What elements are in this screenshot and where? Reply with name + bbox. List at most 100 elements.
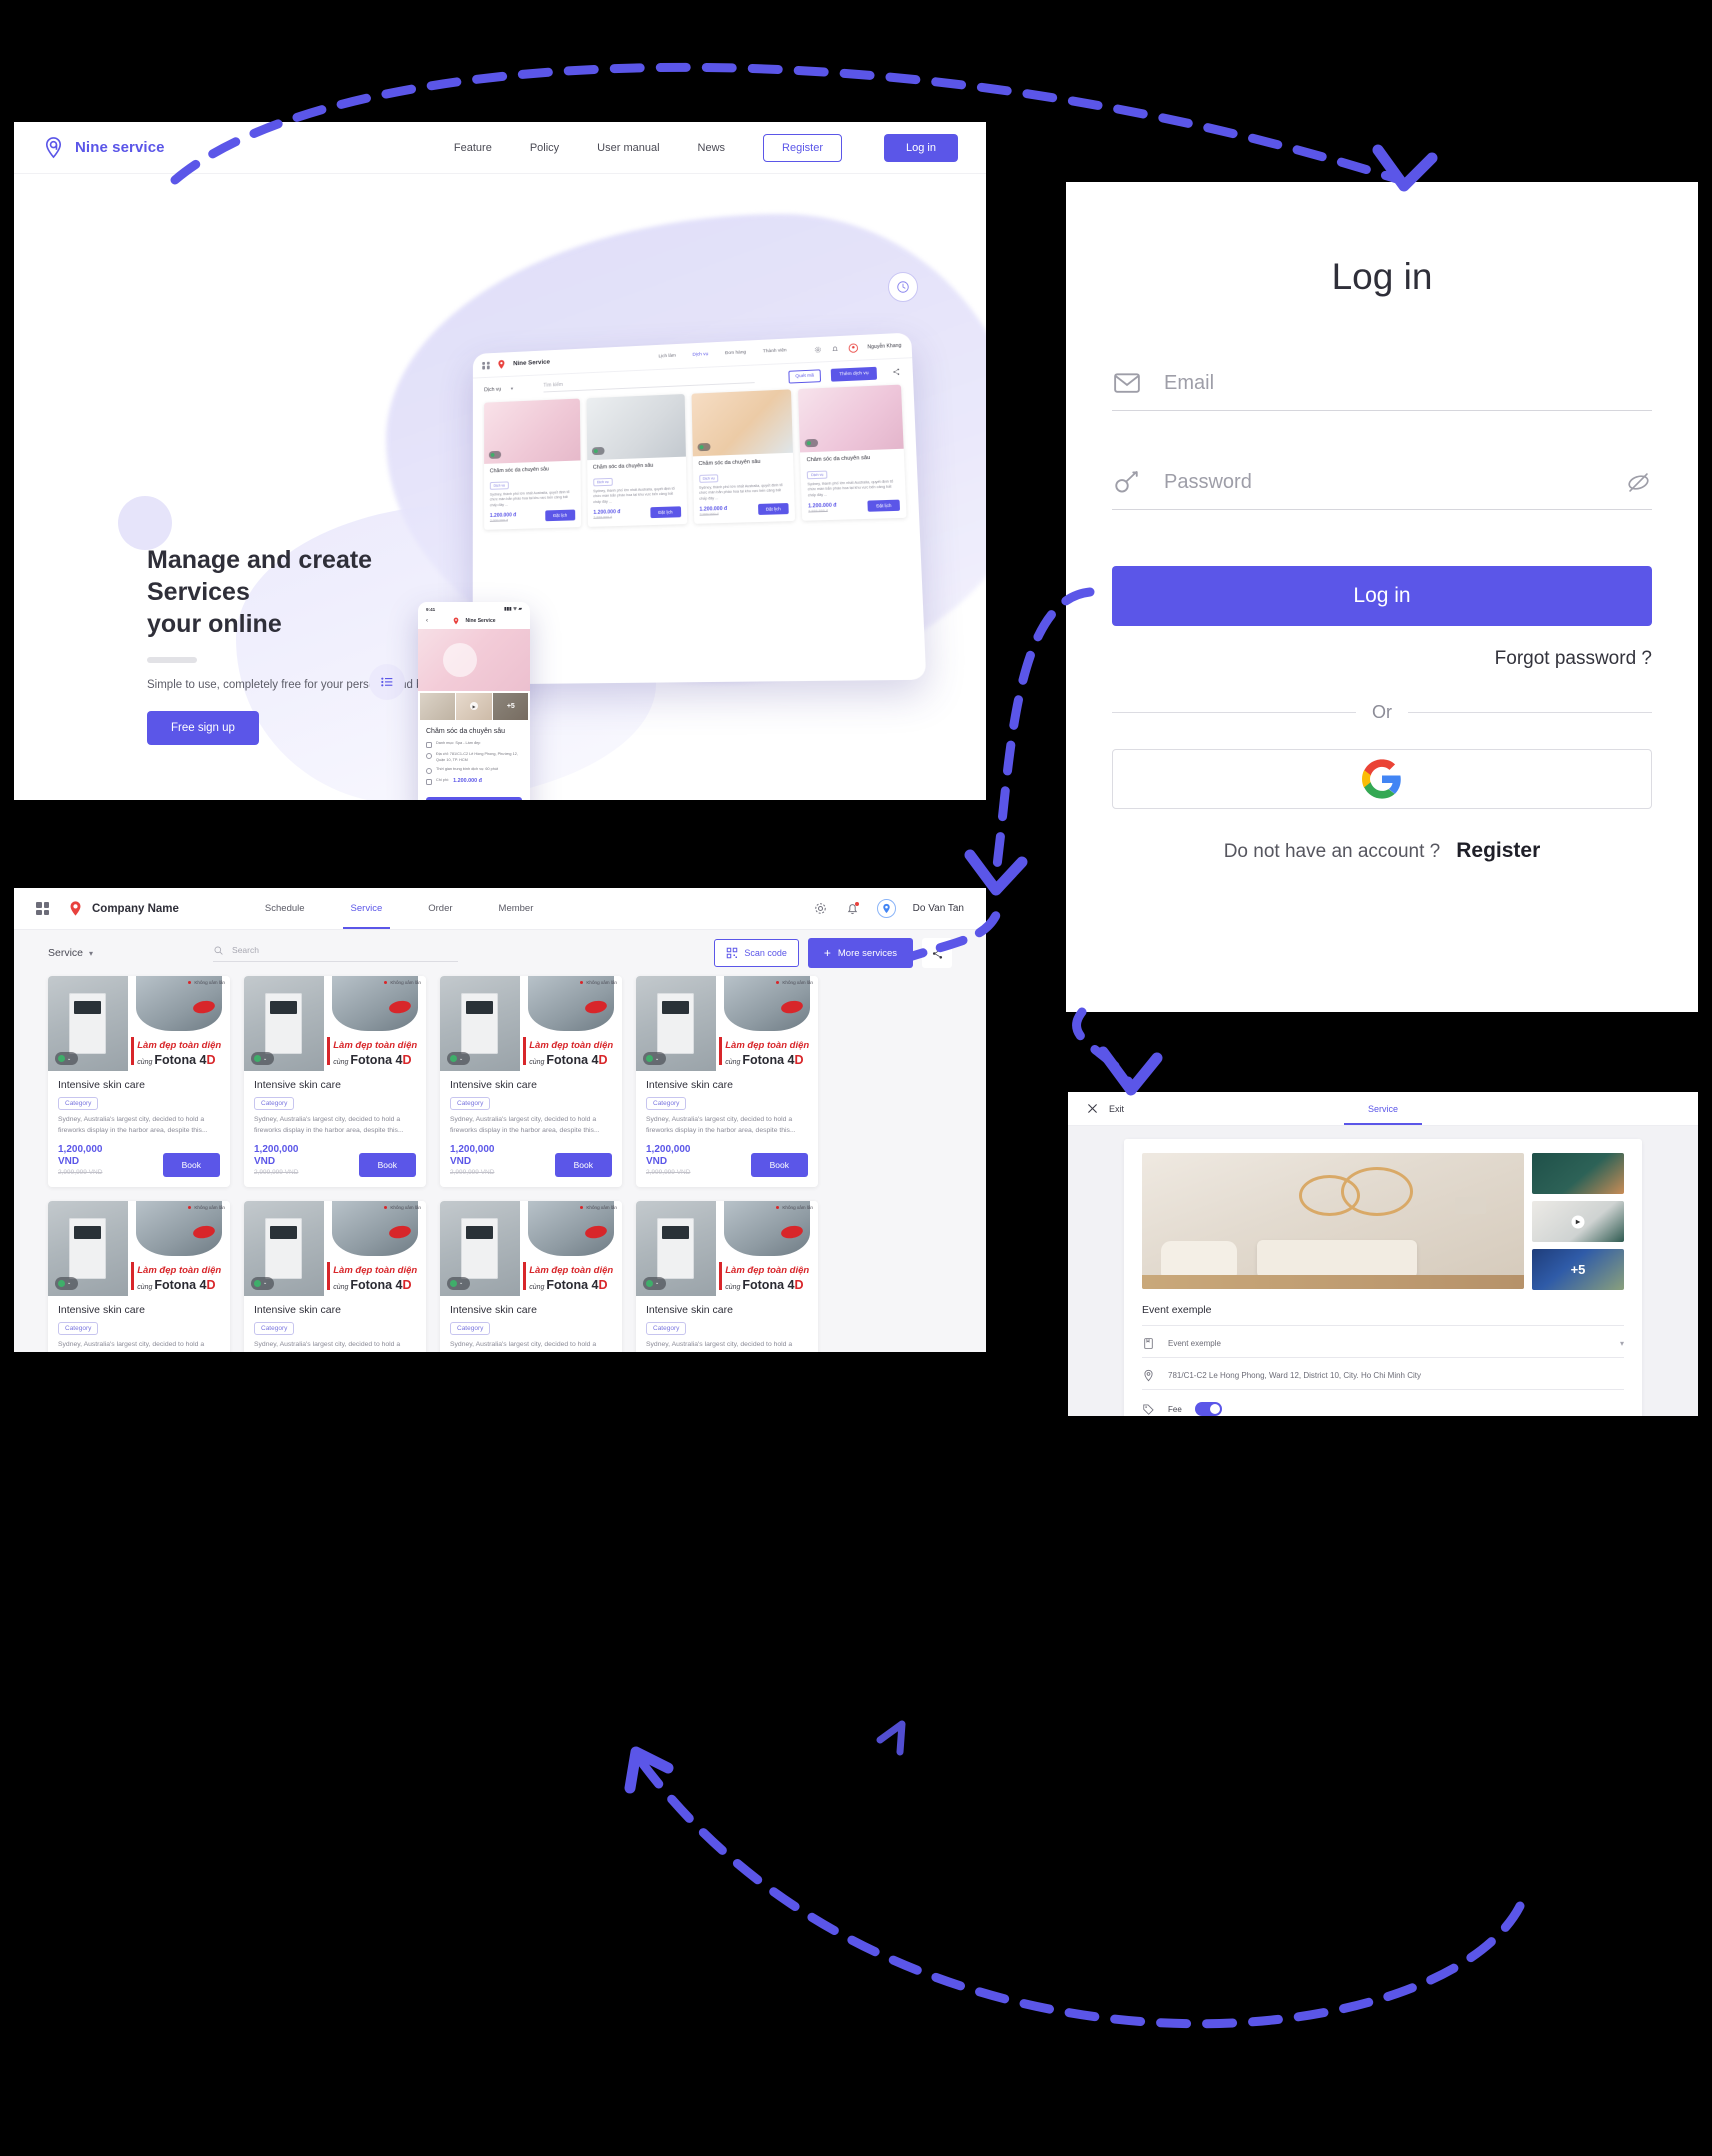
tablet-service-card[interactable]: Chăm sóc da chuyên sâu Dịch vụ Sydney, t… (691, 389, 796, 524)
register-prompt: Do not have an account ? Register (1112, 839, 1652, 863)
tab-schedule[interactable]: Schedule (265, 888, 305, 929)
gear-icon[interactable] (813, 901, 828, 916)
status-pill[interactable]: ⌄ (251, 1276, 274, 1290)
book-button[interactable]: Book (162, 1152, 220, 1177)
status-pill[interactable]: ⌄ (55, 1276, 78, 1290)
bell-icon[interactable] (845, 901, 860, 916)
scan-code-button[interactable]: Scan code (714, 939, 799, 967)
tablet-filter-select[interactable]: Dịch vụ (484, 387, 501, 393)
tablet-card-book-button[interactable]: Đặt lịch (650, 506, 681, 519)
phone-thumb-video[interactable]: ▶ (456, 692, 492, 720)
apps-grid-icon[interactable] (36, 902, 49, 915)
chevron-down-icon: ▾ (89, 948, 94, 958)
tablet-card-old-price: 2.999.999 đ (699, 511, 719, 517)
phone-book-button[interactable]: Đặt lịch (426, 796, 522, 800)
tablet-avatar[interactable] (848, 342, 859, 352)
location-icon (426, 753, 432, 759)
phone-thumb-more[interactable]: +5 (493, 692, 529, 720)
event-main-image[interactable] (1142, 1153, 1524, 1289)
tablet-card-book-button[interactable]: Đặt lịch (867, 499, 901, 512)
phone-thumb[interactable] (419, 692, 455, 720)
email-input[interactable]: Email (1164, 372, 1652, 395)
event-thumb-video[interactable]: ▶ (1532, 1201, 1624, 1242)
status-pill[interactable]: ⌄ (55, 1052, 78, 1065)
tablet-gear-icon[interactable] (814, 345, 822, 353)
tablet-bell-icon[interactable] (831, 344, 839, 352)
hero-divider (147, 657, 197, 663)
event-address-row[interactable]: 781/C1-C2 Le Hong Phong, Ward 12, Distri… (1142, 1358, 1624, 1390)
service-card-category: Category (450, 1321, 491, 1335)
avatar[interactable] (876, 899, 896, 918)
exit-button[interactable]: Exit (1086, 1102, 1124, 1115)
event-name-row[interactable]: Event exemple ▾ (1142, 1326, 1624, 1358)
book-button[interactable]: Book (750, 1152, 808, 1177)
tablet-nav-member[interactable]: Thành viên (763, 348, 787, 354)
service-card[interactable]: Không xâm lấn Làm đẹp toàn diện cùng Foton… (636, 1200, 818, 1352)
share-icon[interactable] (922, 938, 952, 968)
tab-service[interactable]: Service (1343, 1092, 1423, 1125)
promo-banner: Không xâm lấn Làm đẹp toàn diện cùng Foton… (324, 1200, 426, 1296)
book-button[interactable]: Book (358, 1152, 416, 1177)
tab-order[interactable]: Order (428, 888, 452, 929)
service-card[interactable]: Không xâm lấn Làm đẹp toàn diện cùng Foton… (636, 976, 818, 1187)
tablet-card-price: 1.200.000 đ (699, 505, 728, 513)
service-card-tag: Không xâm lấn (188, 1205, 225, 1210)
password-input[interactable]: Password (1164, 471, 1603, 494)
search-placeholder: Search (232, 945, 259, 955)
composite-canvas: Nine service Feature Policy User manual … (0, 0, 1712, 2156)
landing-register-button[interactable]: Register (763, 133, 843, 162)
tab-member[interactable]: Member (499, 888, 534, 929)
tablet-nav-schedule[interactable]: Lịch làm (658, 354, 676, 360)
service-card[interactable]: Không xâm lấn Làm đẹp toàn diện cùng Foton… (244, 1200, 426, 1352)
tablet-search-input[interactable]: Tìm kiếm (543, 373, 755, 393)
banner-headline: Làm đẹp toàn diện (725, 1264, 810, 1276)
google-signin-button[interactable] (1112, 749, 1652, 809)
service-filter-select[interactable]: Service ▾ (48, 947, 93, 959)
event-thumb-more[interactable]: +5 (1532, 1249, 1624, 1290)
service-card[interactable]: Không xâm lấn Làm đẹp toàn diện cùng Foton… (440, 976, 622, 1187)
status-pill[interactable]: ⌄ (643, 1276, 666, 1290)
search-input[interactable]: Search (213, 945, 459, 962)
service-card[interactable]: Không xâm lấn Làm đẹp toàn diện cùng Foton… (244, 976, 426, 1187)
service-card-image: Không xâm lấn Làm đẹp toàn diện cùng Foton… (440, 976, 622, 1071)
more-services-button[interactable]: + More services (807, 938, 913, 968)
landing-logo[interactable]: Nine service (42, 136, 165, 159)
event-thumb[interactable] (1532, 1153, 1624, 1194)
tab-service[interactable]: Service (342, 888, 390, 929)
service-card[interactable]: Không xâm lấn Làm đẹp toàn diện cùng Foton… (48, 976, 230, 1187)
eye-off-icon[interactable] (1625, 469, 1652, 496)
phone-back-icon[interactable]: ‹ (426, 618, 428, 624)
login-submit-button[interactable]: Log in (1112, 566, 1652, 626)
tablet-service-card[interactable]: Chăm sóc da chuyên sâu Dịch vụ Sydney, t… (484, 398, 581, 530)
tablet-service-card[interactable]: Chăm sóc da chuyên sâu Dịch vụ Sydney, t… (586, 394, 687, 527)
email-field-row[interactable]: Email (1112, 368, 1652, 411)
service-card[interactable]: Không xâm lấn Làm đẹp toàn diện cùng Foton… (440, 1200, 622, 1352)
forgot-password-link[interactable]: Forgot password ? (1112, 648, 1652, 670)
free-signup-button[interactable]: Free sign up (147, 711, 259, 746)
service-card[interactable]: Không xâm lấn Làm đẹp toàn diện cùng Foton… (48, 1200, 230, 1352)
tablet-filter-chevron-icon: ▾ (510, 386, 514, 393)
status-pill[interactable]: ⌄ (643, 1052, 666, 1065)
nav-link-policy[interactable]: Policy (530, 142, 559, 154)
fee-toggle[interactable] (1194, 1402, 1222, 1416)
tablet-nav-order[interactable]: Đơn hàng (725, 350, 746, 356)
status-pill[interactable]: ⌄ (447, 1276, 470, 1290)
tablet-scan-button[interactable]: Quét mã (788, 368, 822, 384)
status-pill[interactable]: ⌄ (447, 1052, 470, 1065)
register-link[interactable]: Register (1456, 839, 1540, 863)
nav-link-news[interactable]: News (698, 142, 726, 154)
service-card-price: 1,200,000 (58, 1143, 103, 1155)
status-pill[interactable]: ⌄ (251, 1052, 274, 1065)
tablet-service-card[interactable]: Chăm sóc da chuyên sâu Dịch vụ Sydney, t… (798, 384, 907, 521)
password-field-row[interactable]: Password (1112, 467, 1652, 510)
tablet-card-book-button[interactable]: Đặt lịch (545, 509, 576, 522)
nav-link-feature[interactable]: Feature (454, 142, 492, 154)
landing-login-button[interactable]: Log in (884, 133, 958, 162)
tablet-add-service-button[interactable]: Thêm dịch vụ (830, 366, 878, 382)
tablet-share-icon[interactable] (892, 368, 901, 376)
tablet-card-book-button[interactable]: Đặt lịch (757, 503, 790, 516)
book-button[interactable]: Book (554, 1152, 612, 1177)
nav-link-user-manual[interactable]: User manual (597, 142, 659, 154)
tablet-nav-service[interactable]: Dịch vụ (692, 352, 708, 358)
document-icon (1142, 1337, 1155, 1350)
